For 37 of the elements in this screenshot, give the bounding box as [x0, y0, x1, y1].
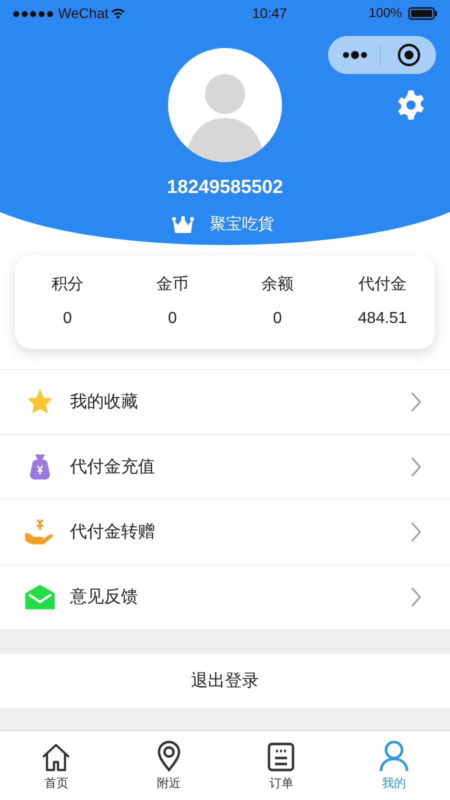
tab-item[interactable]: 订单: [225, 731, 338, 800]
tab-item[interactable]: 首页: [0, 731, 112, 800]
menu-label: 代付金转赠: [70, 520, 156, 543]
battery-percent: 100%: [368, 4, 402, 22]
menu-item[interactable]: 我的收藏: [0, 370, 450, 434]
tab-item[interactable]: 附近: [112, 731, 225, 800]
wifi-icon: [110, 8, 124, 18]
crown-icon: [172, 216, 194, 234]
stat-value: 484.51: [358, 308, 407, 328]
chevron-right-icon: [410, 520, 422, 542]
menu-label: 代付金充值: [70, 456, 156, 478]
stat-label: 代付金: [358, 274, 406, 294]
menu-item[interactable]: 代付金充值: [0, 434, 450, 500]
stat-value: 0: [63, 308, 72, 328]
status-time: 10:47: [252, 4, 288, 22]
user-icon: [378, 740, 410, 772]
menu-label: 我的收藏: [70, 390, 139, 413]
stat-value: 0: [168, 308, 177, 328]
phone-number: 18249585502: [166, 176, 284, 200]
chevron-right-icon: [410, 456, 422, 478]
capsule-button[interactable]: [328, 36, 436, 74]
chevron-right-icon: [410, 586, 422, 608]
stat-value: 0: [273, 308, 282, 328]
location-pin-icon: [156, 740, 182, 772]
stat-label: 积分: [52, 274, 84, 294]
list-icon: [267, 742, 296, 772]
stat-label: 余额: [262, 274, 294, 294]
carrier-label: ●●●●● WeChat: [12, 4, 108, 22]
home-icon: [40, 742, 72, 772]
chevron-right-icon: [410, 390, 422, 412]
menu-label: 意见反馈: [70, 586, 139, 608]
more-icon[interactable]: [342, 51, 368, 59]
stat-label: 金币: [156, 274, 188, 294]
battery-icon: [408, 6, 438, 20]
menu-item[interactable]: 代付金转赠: [0, 500, 450, 564]
settings-icon[interactable]: [395, 89, 427, 121]
member-level: 聚宝吃貨: [210, 214, 274, 234]
